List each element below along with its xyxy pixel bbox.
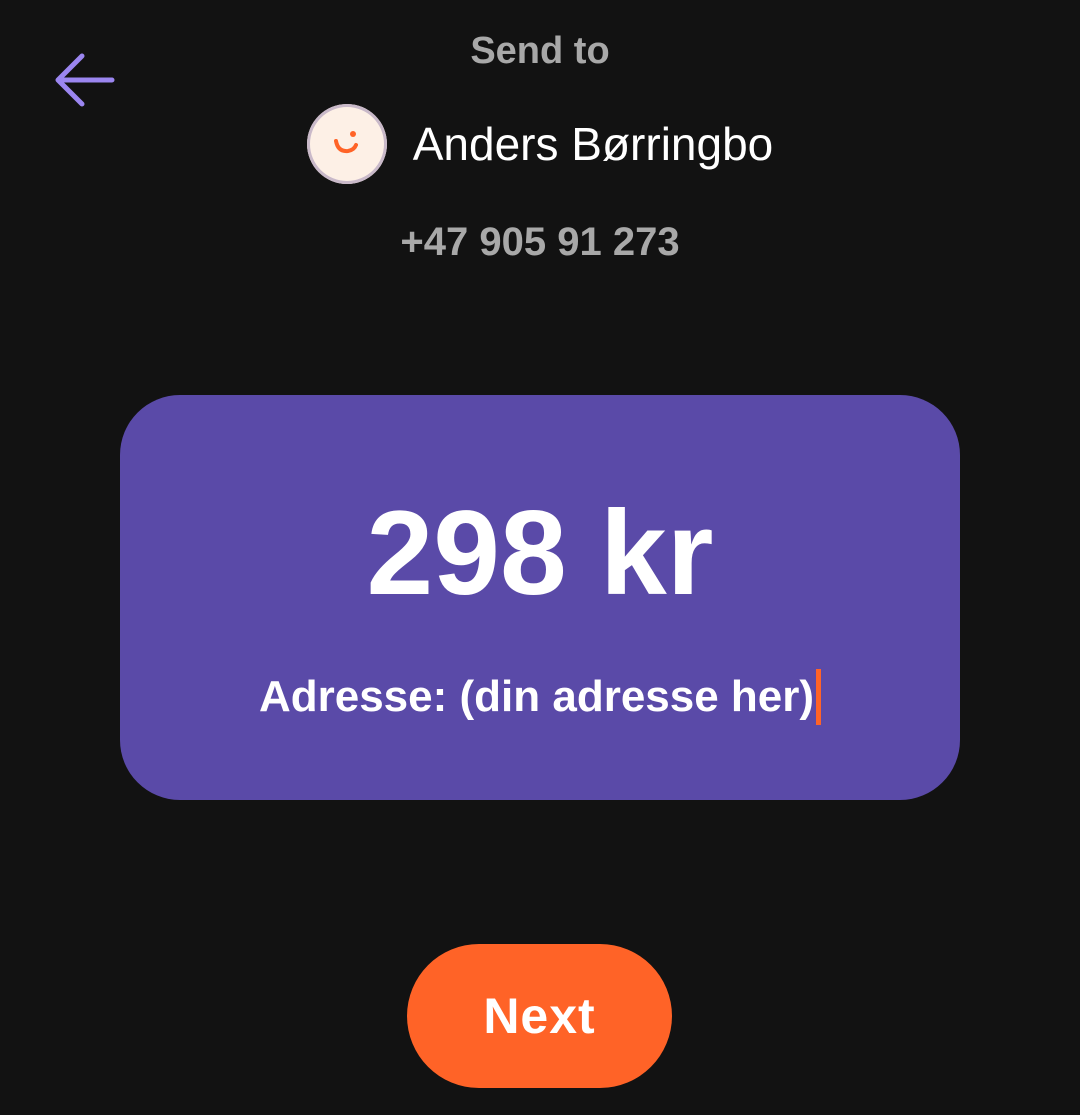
amount-value[interactable]: 298 kr	[120, 483, 960, 623]
recipient-name: Anders Børringbo	[412, 118, 774, 170]
recipient-info: Anders Børringbo	[0, 104, 1080, 184]
recipient-phone: +47 905 91 273	[400, 220, 680, 264]
next-button[interactable]: Next	[407, 944, 672, 1088]
avatar	[306, 104, 387, 184]
page-title: Send to	[470, 30, 610, 72]
send-money-screen: Send to Anders Børringbo +47 905 91 273 …	[0, 0, 1080, 1115]
text-cursor	[816, 669, 822, 725]
amount-card: 298 kr Adresse: (din adresse her)	[120, 395, 960, 800]
smile-icon	[327, 122, 367, 167]
message-field[interactable]: Adresse: (din adresse her)	[120, 669, 960, 725]
message-input[interactable]: Adresse: (din adresse her)	[259, 669, 814, 725]
